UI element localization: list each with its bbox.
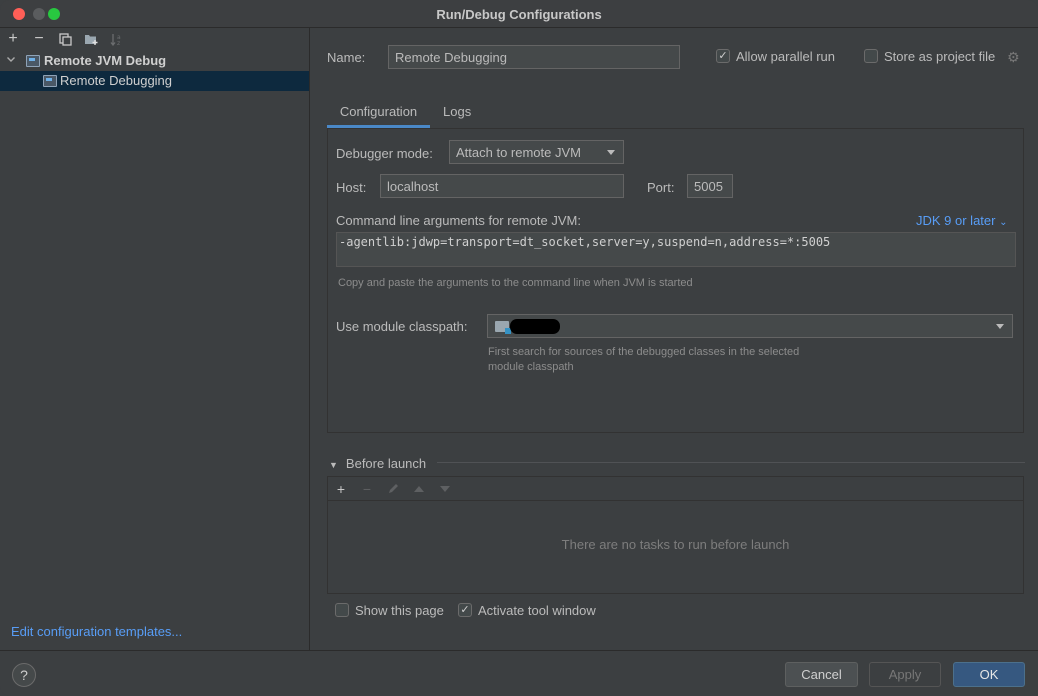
configurations-tree: Remote JVM Debug Remote Debugging: [0, 51, 309, 91]
port-field[interactable]: 5005: [687, 174, 733, 198]
port-value: 5005: [694, 178, 723, 194]
debugger-mode-value: Attach to remote JVM: [456, 144, 581, 160]
name-field[interactable]: Remote Debugging: [388, 45, 680, 69]
activate-tool-window-checkbox[interactable]: ✓: [458, 603, 472, 617]
store-as-project-file-label: Store as project file: [884, 49, 996, 64]
module-classpath-dropdown[interactable]: [487, 314, 1013, 338]
jdk-version-dropdown[interactable]: JDK 9 or later ⌄: [916, 213, 1008, 228]
new-folder-icon[interactable]: [82, 30, 100, 48]
command-line-hint: Copy and paste the arguments to the comm…: [338, 277, 693, 289]
apply-button[interactable]: Apply: [869, 662, 941, 687]
show-this-page-checkbox[interactable]: [335, 603, 349, 617]
show-this-page-label: Show this page: [355, 603, 444, 618]
help-button[interactable]: ?: [12, 663, 36, 687]
host-field[interactable]: localhost: [380, 174, 624, 198]
host-label: Host:: [336, 180, 367, 195]
name-value: Remote Debugging: [395, 49, 508, 65]
svg-text:z: z: [117, 40, 120, 46]
redacted-module-name: [510, 319, 560, 334]
chevron-down-icon: [996, 324, 1004, 329]
edit-task-icon[interactable]: [384, 480, 402, 498]
ok-button[interactable]: OK: [953, 662, 1025, 687]
edit-configuration-templates-link[interactable]: Edit configuration templates...: [11, 624, 182, 639]
tree-group-remote-jvm-debug[interactable]: Remote JVM Debug: [0, 51, 309, 71]
store-as-project-file-checkbox[interactable]: [864, 49, 878, 63]
sidebar-toolbar: + − az: [0, 28, 310, 50]
window-title: Run/Debug Configurations: [436, 7, 602, 22]
module-classpath-hint-line-2: module classpath: [488, 361, 574, 373]
allow-parallel-run-label: Allow parallel run: [736, 49, 835, 64]
dialog-footer: ? Cancel Apply OK: [0, 650, 1038, 696]
copy-icon[interactable]: [56, 30, 74, 48]
configuration-editor: Name: Remote Debugging ✓ Allow parallel …: [311, 28, 1038, 650]
chevron-down-icon: ▼: [329, 460, 338, 470]
add-task-icon[interactable]: +: [332, 480, 350, 498]
command-line-args-label: Command line arguments for remote JVM:: [336, 213, 581, 228]
move-up-icon[interactable]: [410, 480, 428, 498]
before-launch-toggle[interactable]: ▼ Before launch: [329, 456, 426, 471]
remove-task-icon[interactable]: −: [358, 480, 376, 498]
tree-item-remote-debugging[interactable]: Remote Debugging: [0, 71, 309, 91]
command-line-args-field[interactable]: -agentlib:jdwp=transport=dt_socket,serve…: [336, 232, 1016, 267]
configuration-panel: Debugger mode: Attach to remote JVM Host…: [327, 128, 1024, 433]
tree-group-label: Remote JVM Debug: [44, 53, 167, 68]
jdk-version-label: JDK 9 or later: [916, 213, 996, 228]
chevron-down-icon: [607, 150, 615, 155]
tab-configuration[interactable]: Configuration: [327, 100, 430, 128]
activate-tool-window-label: Activate tool window: [478, 603, 596, 618]
module-classpath-hint-line-1: First search for sources of the debugged…: [488, 346, 800, 358]
port-label: Port:: [647, 180, 675, 195]
before-launch-toolbar: + −: [328, 477, 1023, 501]
add-icon[interactable]: +: [4, 30, 22, 48]
debugger-mode-dropdown[interactable]: Attach to remote JVM: [449, 140, 624, 164]
remote-debug-icon: [43, 75, 57, 87]
before-launch-title: Before launch: [345, 456, 427, 471]
module-folder-icon: [495, 321, 511, 334]
name-label: Name:: [327, 50, 366, 65]
command-line-args-value: -agentlib:jdwp=transport=dt_socket,serve…: [339, 235, 831, 249]
sort-icon[interactable]: az: [108, 30, 126, 48]
title-bar: Run/Debug Configurations: [0, 0, 1038, 28]
cancel-button[interactable]: Cancel: [785, 662, 858, 687]
before-launch-empty-text: There are no tasks to run before launch: [561, 537, 790, 552]
run-debug-configurations-window: Run/Debug Configurations + − az Remote J…: [0, 0, 1038, 696]
host-value: localhost: [387, 178, 439, 194]
allow-parallel-run-checkbox[interactable]: ✓: [716, 49, 730, 63]
remote-debug-icon: [26, 55, 40, 67]
tree-item-label: Remote Debugging: [60, 73, 173, 88]
move-down-icon[interactable]: [436, 480, 454, 498]
chevron-down-icon[interactable]: [6, 54, 18, 66]
before-launch-panel: + − There are no tasks to run before lau…: [327, 476, 1024, 594]
chevron-down-icon: ⌄: [999, 217, 1008, 228]
debugger-mode-label: Debugger mode:: [336, 146, 433, 161]
module-classpath-label: Use module classpath:: [336, 319, 468, 334]
section-divider: [437, 462, 1025, 463]
remove-icon[interactable]: −: [30, 30, 48, 48]
gear-icon[interactable]: ⚙: [1007, 49, 1020, 66]
tab-logs[interactable]: Logs: [443, 100, 473, 128]
configurations-sidebar: + − az Remote JVM Debug Remote Debugging…: [0, 28, 310, 650]
